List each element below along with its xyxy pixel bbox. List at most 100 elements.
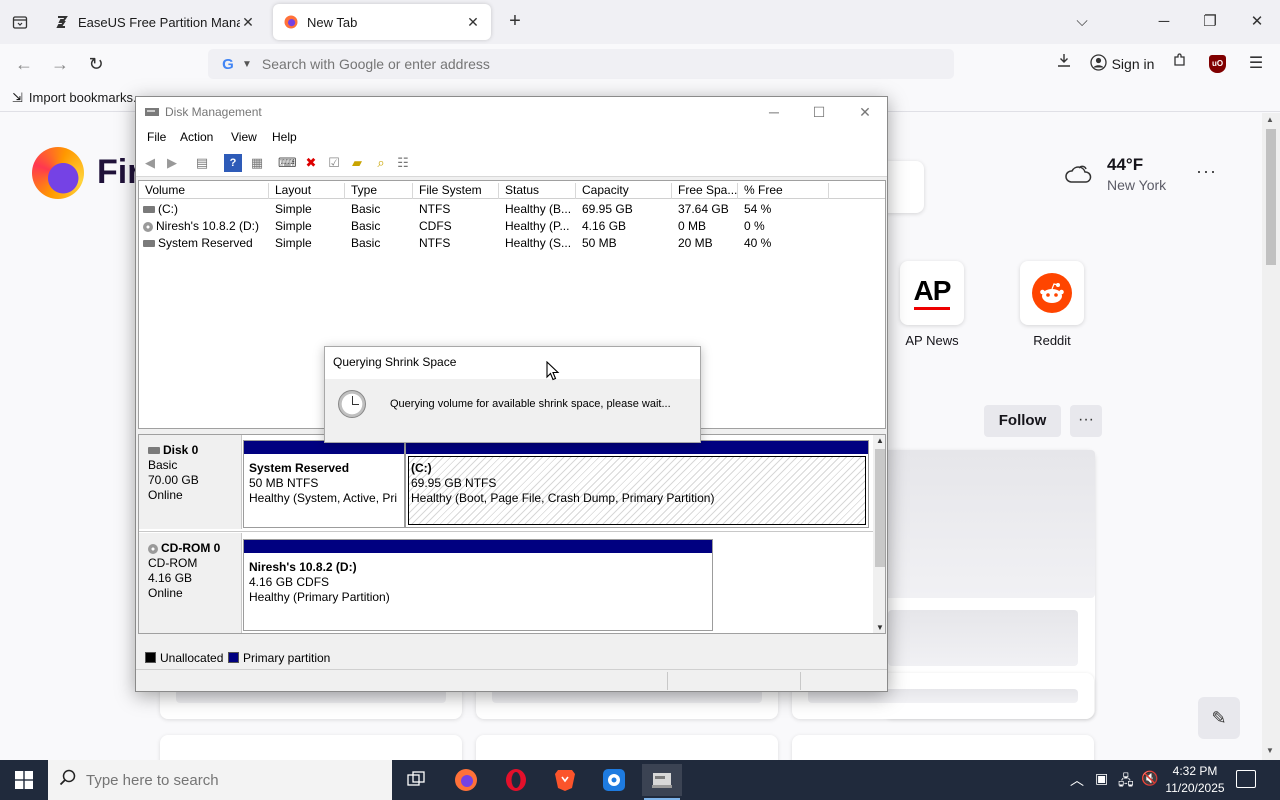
menu-file[interactable]: File — [147, 130, 166, 144]
back-arrow-icon[interactable]: ← — [12, 52, 36, 76]
tab-new-tab[interactable]: New Tab ✕ — [273, 4, 491, 40]
page-scrollbar[interactable]: ▲ ▼ — [1262, 113, 1280, 760]
partition-bar — [244, 540, 712, 553]
downloads-icon[interactable] — [1052, 52, 1076, 76]
address-input[interactable] — [261, 56, 954, 72]
opera-taskbar-icon[interactable] — [496, 764, 536, 796]
google-search-engine-icon[interactable]: G — [214, 56, 242, 73]
chevron-down-icon[interactable]: ▼ — [242, 59, 252, 70]
sign-in-button[interactable]: Sign in — [1085, 49, 1159, 79]
window-title-bar[interactable]: Disk Management ─ ☐ ✕ — [136, 97, 887, 127]
minimize-icon[interactable]: ─ — [752, 101, 796, 123]
story-card[interactable] — [476, 735, 778, 760]
partition-d-drive[interactable]: Niresh's 10.8.2 (D:) 4.16 GB CDFS Health… — [243, 539, 713, 631]
properties-icon[interactable]: ▦ — [248, 154, 266, 172]
notification-center-icon[interactable] — [1236, 770, 1256, 788]
partition-c-drive[interactable]: (C:) 69.95 GB NTFS Healthy (Boot, Page F… — [405, 440, 869, 528]
partition-size: 50 MB NTFS — [249, 476, 319, 490]
device-icon[interactable]: ▣ — [1095, 770, 1108, 787]
delete-icon[interactable]: ✖ — [302, 154, 320, 172]
story-card[interactable] — [792, 735, 1094, 760]
shortcut-ap-news[interactable]: AP — [900, 261, 964, 325]
task-view-icon[interactable] — [396, 764, 436, 796]
back-arrow-icon[interactable]: ◀ — [141, 154, 159, 172]
reload-icon[interactable]: ↻ — [84, 52, 108, 76]
extensions-icon[interactable] — [1168, 52, 1192, 76]
maximize-icon[interactable]: ☐ — [797, 101, 841, 123]
menu-action[interactable]: Action — [180, 130, 213, 144]
column-header-percent-free[interactable]: % Free — [738, 183, 829, 199]
tab-easeus[interactable]: EaseUS Free Partition Manager | ✕ — [44, 4, 266, 40]
show-hidden-icons-chevron-icon[interactable]: ︿ — [1070, 770, 1084, 790]
app-menu-icon[interactable]: ☰ — [1244, 52, 1268, 76]
help-icon[interactable]: ? — [224, 154, 242, 172]
column-header-type[interactable]: Type — [345, 183, 413, 199]
menu-help[interactable]: Help — [272, 130, 297, 144]
taskbar-clock[interactable]: 4:32 PM 11/20/2025 — [1162, 763, 1228, 797]
scroll-up-arrow-icon[interactable]: ▲ — [1266, 115, 1274, 124]
follow-button[interactable]: Follow — [984, 405, 1061, 437]
scroll-up-arrow-icon[interactable]: ▲ — [876, 436, 884, 445]
column-header-volume[interactable]: Volume — [139, 183, 269, 199]
disk-0-label[interactable]: Disk 0 Basic 70.00 GB Online — [139, 435, 242, 529]
minimize-icon[interactable]: ─ — [1144, 8, 1184, 36]
scrollbar-thumb[interactable] — [1266, 129, 1276, 265]
folder-up-icon[interactable]: ▰ — [348, 154, 366, 172]
scroll-down-arrow-icon[interactable]: ▼ — [1266, 746, 1274, 755]
more-options-icon[interactable]: ··· — [1070, 405, 1102, 437]
dialog-title-bar[interactable]: Querying Shrink Space — [325, 347, 700, 379]
story-card[interactable] — [160, 735, 462, 760]
newtab-search-box[interactable] — [882, 161, 924, 213]
column-header-layout[interactable]: Layout — [269, 183, 345, 199]
network-icon[interactable]: 🖧 — [1118, 770, 1134, 794]
tab-close-icon[interactable]: ✕ — [240, 14, 256, 31]
list-all-tabs-chevron-icon[interactable]: ⌵ — [1062, 8, 1102, 36]
shortcut-reddit[interactable] — [1020, 261, 1084, 325]
partition-system-reserved[interactable]: System Reserved 50 MB NTFS Healthy (Syst… — [243, 440, 405, 528]
weather-temperature: 44°F — [1107, 155, 1144, 174]
import-bookmarks-link[interactable]: ⇲ Import bookmarks... — [12, 90, 144, 106]
taskbar-search-box[interactable] — [48, 760, 392, 800]
table-row[interactable]: (C:) Simple Basic NTFS Healthy (B... 69.… — [139, 201, 885, 218]
firefox-taskbar-icon[interactable] — [446, 764, 486, 796]
new-tab-plus-icon[interactable]: + — [503, 10, 527, 34]
capacity-cell: 50 MB — [582, 236, 617, 250]
menu-bar: File Action View Help — [136, 127, 887, 149]
brave-taskbar-icon[interactable] — [545, 764, 585, 796]
cdrom-0-label[interactable]: CD-ROM 0 CD-ROM 4.16 GB Online — [139, 533, 242, 633]
check-icon[interactable]: ☑ — [325, 154, 343, 172]
cd-icon — [148, 543, 158, 554]
menu-view[interactable]: View — [231, 130, 257, 144]
close-icon[interactable]: ✕ — [843, 101, 887, 123]
tab-close-icon[interactable]: ✕ — [465, 14, 481, 31]
volume-muted-icon[interactable]: 🔇 — [1141, 770, 1158, 787]
ublock-origin-icon[interactable]: uO — [1209, 55, 1226, 73]
scroll-down-arrow-icon[interactable]: ▼ — [876, 623, 884, 632]
connect-disk-icon[interactable]: ⌨ — [278, 154, 297, 172]
column-header-file-system[interactable]: File System — [413, 183, 499, 199]
table-row[interactable]: Niresh's 10.8.2 (D:) Simple Basic CDFS H… — [139, 218, 885, 235]
disk-management-taskbar-icon[interactable] — [642, 764, 682, 800]
windows-start-icon[interactable] — [0, 760, 48, 800]
column-header-free-space[interactable]: Free Spa... — [672, 183, 738, 199]
table-row[interactable]: System Reserved Simple Basic NTFS Health… — [139, 235, 885, 252]
weather-more-options-icon[interactable]: ··· — [1196, 161, 1217, 182]
search-folder-icon[interactable]: ⌕ — [372, 154, 390, 172]
volume-list-header: Volume Layout Type File System Status Ca… — [139, 181, 885, 199]
forward-arrow-icon[interactable]: ▶ — [163, 154, 181, 172]
customize-pencil-icon[interactable]: ✎ — [1198, 697, 1240, 739]
partition-manager-taskbar-icon[interactable] — [594, 764, 634, 796]
taskbar-search-input[interactable] — [86, 771, 366, 789]
graph-scrollbar[interactable]: ▲ ▼ — [873, 435, 885, 633]
forward-arrow-icon[interactable]: → — [48, 52, 72, 76]
list-view-icon[interactable]: ☷ — [394, 154, 412, 172]
address-bar[interactable]: G ▼ — [208, 49, 954, 79]
dialog-message: Querying volume for available shrink spa… — [390, 398, 671, 410]
tab-list-icon[interactable] — [8, 10, 32, 34]
show-hide-tree-icon[interactable]: ▤ — [193, 154, 211, 172]
restore-icon[interactable]: ❐ — [1190, 8, 1230, 36]
close-window-icon[interactable]: ✕ — [1237, 8, 1277, 36]
scrollbar-thumb[interactable] — [875, 449, 885, 567]
column-header-status[interactable]: Status — [499, 183, 576, 199]
column-header-capacity[interactable]: Capacity — [576, 183, 672, 199]
